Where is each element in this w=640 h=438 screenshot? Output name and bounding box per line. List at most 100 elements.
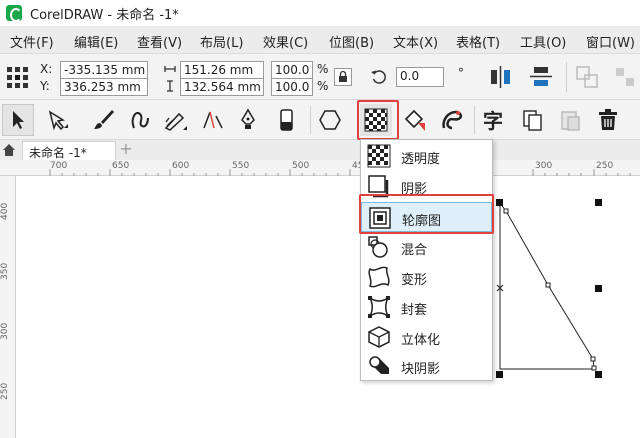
freehand-curve-icon xyxy=(131,112,149,129)
menu-tools[interactable]: 工具(O) xyxy=(520,32,566,51)
scale-width-field[interactable]: 100.0 xyxy=(271,61,313,79)
rotate-icon xyxy=(371,70,386,84)
block-shadow-icon xyxy=(369,356,389,374)
toolbox-separator xyxy=(310,106,311,134)
flyout-label: 立体化 xyxy=(401,333,441,348)
menu-effects[interactable]: 效果(C) xyxy=(263,32,308,51)
svg-text:字: 字 xyxy=(483,109,503,133)
height-field[interactable]: 132.564 mm xyxy=(180,78,264,96)
property-separator xyxy=(566,62,567,92)
text-character-icon: 字 xyxy=(483,109,503,133)
lock-icon xyxy=(339,70,347,82)
scale-height-field[interactable]: 100.0 xyxy=(271,78,313,96)
eyedropper-swirl-icon xyxy=(442,110,463,130)
add-tab-button[interactable]: + xyxy=(118,141,134,158)
percent-label-w: % xyxy=(317,62,329,76)
eraser-tool[interactable] xyxy=(270,104,302,136)
toolbox: 字 xyxy=(0,100,640,140)
ruler-ticks xyxy=(49,169,631,176)
menu-window[interactable]: 窗口(W) xyxy=(586,32,635,51)
delete-button[interactable] xyxy=(592,104,624,136)
highlight-transparency-tool xyxy=(357,100,399,140)
document-tab-bar: 未命名 -1* + xyxy=(0,140,640,160)
y-label: Y: xyxy=(40,79,50,93)
envelope-icon xyxy=(368,295,390,319)
selected-shape[interactable] xyxy=(17,177,640,438)
flyout-label: 块阴影 xyxy=(401,362,441,377)
window-title: CorelDRAW - 未命名 -1* xyxy=(30,7,179,23)
copy-button[interactable] xyxy=(516,104,548,136)
highlight-contour-item xyxy=(359,194,494,234)
flyout-item-extrude[interactable]: 立体化 xyxy=(361,322,492,352)
flyout-item-block-shadow[interactable]: 块阴影 xyxy=(361,351,492,381)
node-edit-icon xyxy=(48,110,68,131)
flyout-item-transparency[interactable]: 透明度 xyxy=(361,141,492,171)
y-position-field[interactable]: 336.253 mm xyxy=(60,78,148,96)
tab-document[interactable]: 未命名 -1* xyxy=(22,141,116,160)
percent-label-h: % xyxy=(317,79,329,93)
width-field[interactable]: 151.26 mm xyxy=(180,61,264,79)
menu-edit[interactable]: 编辑(E) xyxy=(74,32,118,51)
extrude-icon xyxy=(368,326,390,348)
property-bar: X: Y: -335.135 mm 336.253 mm 151.26 mm 1… xyxy=(0,54,640,100)
effects-flyout-menu: 透明度 阴影 轮廓图 混合 变形 封套 立体化 块阴影 xyxy=(360,139,493,381)
menu-table[interactable]: 表格(T) xyxy=(456,32,500,51)
object-origin-icon[interactable] xyxy=(6,66,30,90)
arrow-pointer-icon xyxy=(13,111,24,129)
flyout-item-distort[interactable]: 变形 xyxy=(361,262,492,292)
ruler-label: 250 xyxy=(0,382,10,400)
mirror-horizontal-icon[interactable] xyxy=(488,64,514,90)
dimension-tool[interactable] xyxy=(196,104,228,136)
blend-icon xyxy=(368,236,388,258)
paste-icon xyxy=(561,111,580,131)
x-position-field[interactable]: -335.135 mm xyxy=(60,61,148,79)
title-bar: CorelDRAW - 未命名 -1* xyxy=(0,0,640,26)
shape-tool[interactable] xyxy=(42,104,74,136)
menu-text[interactable]: 文本(X) xyxy=(393,32,438,51)
distort-icon xyxy=(368,266,390,288)
trash-icon xyxy=(599,109,617,130)
menu-bar: 文件(F) 编辑(E) 查看(V) 布局(L) 效果(C) 位图(B) 文本(X… xyxy=(0,26,640,54)
x-label: X: xyxy=(40,62,53,76)
polygon-tool[interactable] xyxy=(314,104,346,136)
drawing-canvas[interactable] xyxy=(17,177,640,438)
paste-button[interactable] xyxy=(554,104,586,136)
rotation-field[interactable]: 0.0 xyxy=(396,67,444,87)
transparency-icon xyxy=(367,144,391,168)
flyout-label: 混合 xyxy=(401,243,428,258)
home-icon[interactable] xyxy=(2,143,16,157)
flyout-item-blend[interactable]: 混合 xyxy=(361,232,492,262)
horizontal-ruler[interactable]: 700 650 600 550 500 450 400 350 300 250 xyxy=(0,160,640,176)
ruler-label: 350 xyxy=(0,262,10,280)
menu-view[interactable]: 查看(V) xyxy=(137,32,182,51)
menu-file[interactable]: 文件(F) xyxy=(10,32,54,51)
menu-layout[interactable]: 布局(L) xyxy=(200,32,243,51)
pen-nib-icon xyxy=(241,108,255,129)
freehand-tool[interactable] xyxy=(124,104,156,136)
vertical-ruler[interactable]: 400 350 300 250 xyxy=(0,176,16,438)
mirror-vertical-icon[interactable] xyxy=(528,64,554,90)
menu-bitmaps[interactable]: 位图(B) xyxy=(329,32,374,51)
pick-tool[interactable] xyxy=(2,104,34,136)
ruler-label: 300 xyxy=(0,322,10,340)
hexagon-icon xyxy=(319,110,341,130)
copy-icon xyxy=(523,110,542,131)
fill-tool[interactable] xyxy=(398,104,430,136)
combine-icon[interactable] xyxy=(574,64,600,90)
parallel-dimension-icon xyxy=(203,111,223,129)
width-icon xyxy=(164,66,176,72)
height-icon xyxy=(167,80,173,92)
lock-ratio-button[interactable] xyxy=(334,68,352,86)
text-tool[interactable]: 字 xyxy=(478,104,510,136)
flyout-label: 封套 xyxy=(401,303,428,318)
paint-bucket-icon xyxy=(404,109,425,131)
color-eyedropper-tool[interactable] xyxy=(436,104,468,136)
calligraphy-tool[interactable] xyxy=(160,104,192,136)
pen-tool[interactable] xyxy=(232,104,264,136)
break-apart-icon[interactable] xyxy=(612,64,638,90)
flyout-item-envelope[interactable]: 封套 xyxy=(361,292,492,322)
coreldraw-logo-icon xyxy=(6,5,22,22)
calligraphy-pen-icon xyxy=(164,112,187,131)
artistic-media-tool[interactable] xyxy=(88,104,120,136)
brush-icon xyxy=(94,110,114,129)
